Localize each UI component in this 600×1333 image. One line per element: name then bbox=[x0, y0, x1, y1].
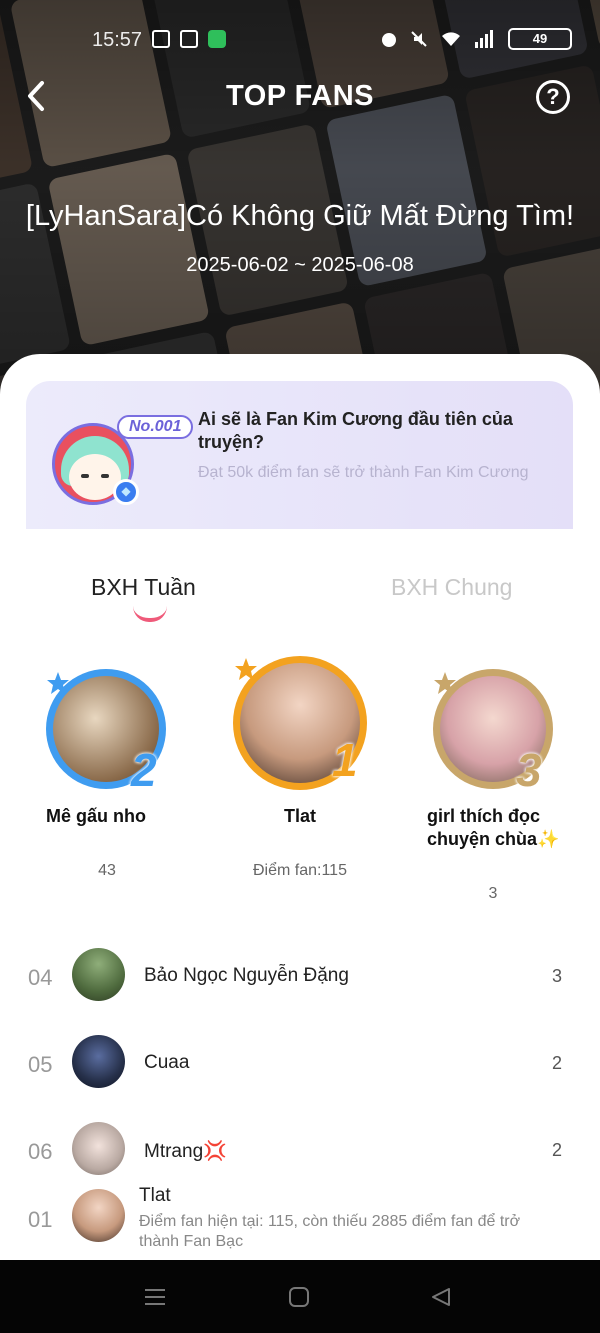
mute-icon bbox=[411, 31, 427, 47]
alarm-icon bbox=[382, 33, 396, 47]
promo-subtitle: Đạt 50k điểm fan sẽ trở thành Fan Kim Cư… bbox=[198, 464, 529, 481]
avatar bbox=[72, 948, 125, 1001]
back-nav-icon[interactable] bbox=[430, 1286, 452, 1308]
tab-weekly[interactable]: BXH Tuần bbox=[91, 574, 196, 601]
list-item[interactable]: 05 Cuaa 2 bbox=[0, 1032, 600, 1092]
system-nav-bar bbox=[0, 1260, 600, 1333]
tab-overall[interactable]: BXH Chung bbox=[391, 574, 512, 601]
rank-number: 2 bbox=[131, 744, 157, 796]
list-item[interactable]: 06 Mtrang💢 2 bbox=[0, 1119, 600, 1179]
rank-number: 3 bbox=[516, 744, 542, 796]
fan-name: Tlat bbox=[283, 806, 316, 826]
book-title: [LyHanSara]Có Không Giữ Mất Đừng Tìm! bbox=[25, 200, 575, 232]
status-time: 15:57 bbox=[92, 29, 143, 51]
fan-score: 2 bbox=[551, 1140, 562, 1160]
rank-number: 04 bbox=[28, 965, 53, 990]
top-fans-screen: 15:57 49 TOP FANS ? [LyHanSara]Có Không … bbox=[0, 0, 600, 1333]
wifi-icon bbox=[442, 32, 460, 46]
date-range: 2025-06-02 ~ 2025-06-08 bbox=[186, 254, 414, 276]
diamond-fan-promo: ◆ No.001 Ai sẽ là Fan Kim Cương đầu tiên… bbox=[26, 381, 573, 529]
fan-score: 43 bbox=[98, 862, 116, 879]
fan-name: Mê gấu nho bbox=[46, 806, 146, 826]
promo-title: Ai sẽ là Fan Kim Cương đầu tiên của truy… bbox=[198, 409, 513, 452]
help-icon[interactable]: ? bbox=[536, 80, 570, 114]
menu-icon[interactable] bbox=[144, 1286, 166, 1308]
fan-score: 2 bbox=[551, 1053, 562, 1073]
fan-name: Tlat bbox=[139, 1185, 171, 1206]
page-title: TOP FANS bbox=[226, 80, 374, 112]
fan-score: 3 bbox=[551, 966, 562, 986]
fan-score: 3 bbox=[488, 885, 498, 902]
fan-name: girl thích đọc chuyện chùa✨ bbox=[427, 806, 560, 849]
signal-icon bbox=[475, 30, 493, 48]
avatar bbox=[72, 1122, 125, 1175]
home-icon[interactable] bbox=[288, 1286, 310, 1308]
list-item[interactable]: 04 Bảo Ngọc Nguyễn Đặng 3 bbox=[0, 945, 600, 1005]
rank-number: 1 bbox=[332, 734, 358, 786]
fan-name: Mtrang💢 bbox=[144, 1141, 227, 1162]
fan-progress-text: Điểm fan hiện tại: 115, còn thiếu 2885 đ… bbox=[139, 1213, 521, 1250]
rank-number: 01 bbox=[28, 1207, 53, 1232]
fan-name: Cuaa bbox=[144, 1052, 190, 1073]
star-crown-icon bbox=[235, 658, 257, 680]
star-crown-icon bbox=[47, 672, 69, 694]
status-bar: 15:57 49 bbox=[0, 0, 600, 80]
shield-app-icon bbox=[208, 30, 226, 48]
star-crown-icon bbox=[434, 672, 456, 694]
battery-indicator: 49 bbox=[508, 28, 572, 50]
instagram-icon bbox=[152, 30, 170, 48]
rank-number: 06 bbox=[28, 1139, 53, 1164]
fan-name: Bảo Ngọc Nguyễn Đặng bbox=[144, 965, 349, 986]
rank-number: 05 bbox=[28, 1052, 53, 1077]
app-h-icon bbox=[180, 30, 198, 48]
rank-badge: No.001 bbox=[117, 415, 194, 439]
diamond-icon: ◆ bbox=[113, 479, 139, 505]
avatar bbox=[72, 1189, 125, 1242]
fan-score: Điểm fan:115 bbox=[253, 862, 347, 879]
avatar bbox=[72, 1035, 125, 1088]
